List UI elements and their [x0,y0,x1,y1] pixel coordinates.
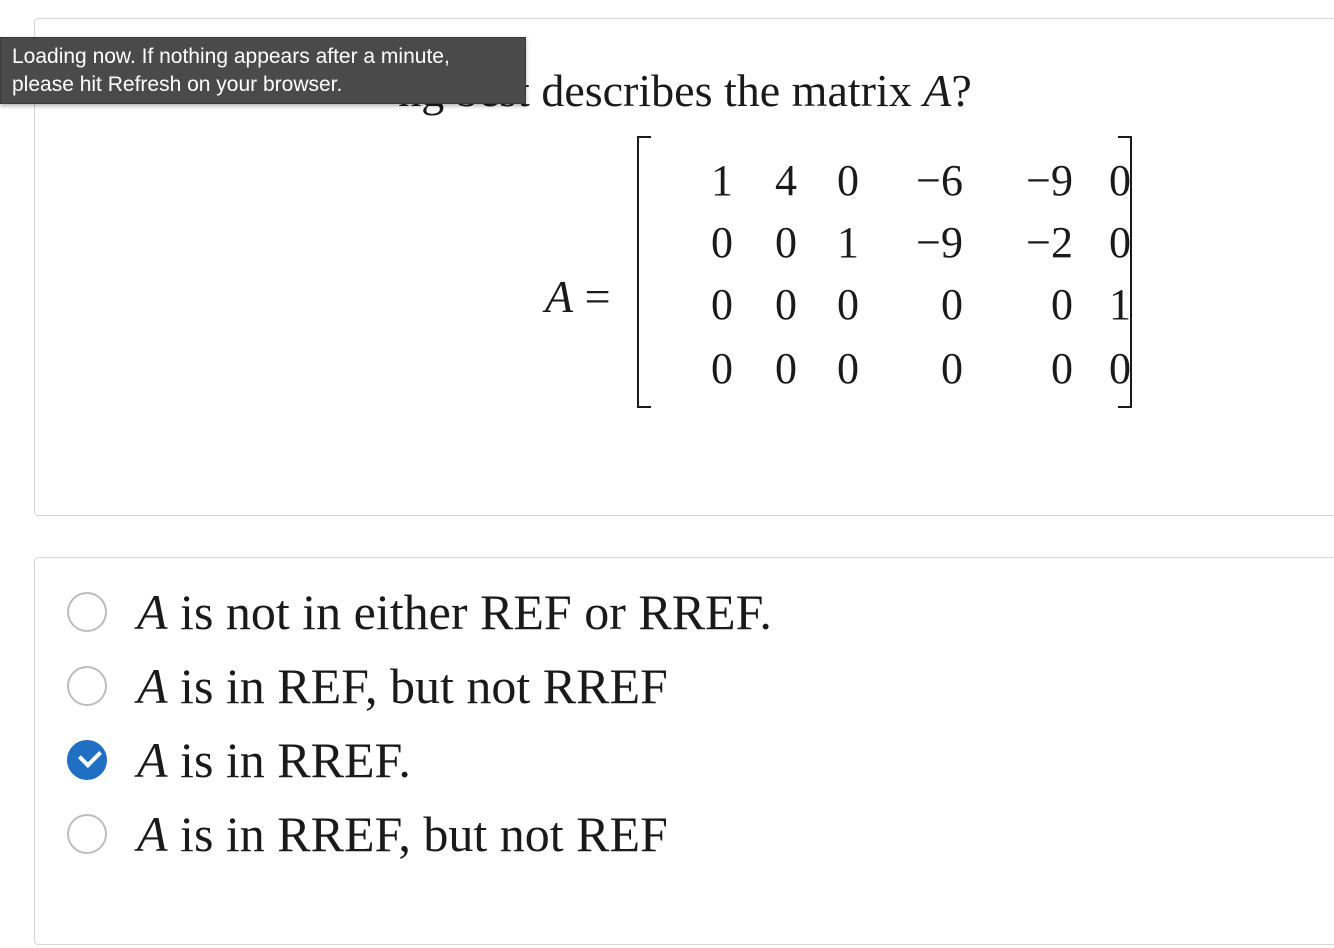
radio-button[interactable] [67,592,107,632]
matrix-cell: 1 [837,218,859,267]
loading-message-line1: Loading now. If nothing appears after a … [12,45,450,68]
matrix-cell: 0 [837,344,859,393]
loading-message-line2: please hit Refresh on your browser. [12,73,343,96]
radio-button[interactable] [67,814,107,854]
answers-panel: A is not in either REF or RREF. A is in … [34,557,1334,945]
matrix-cell: 0 [941,280,963,329]
matrix-cell: 0 [1109,344,1131,393]
option-label: A is in REF, but not RREF [137,658,668,714]
option-label: A is in RREF. [137,732,411,788]
check-icon [77,743,103,769]
loading-tooltip: Loading now. If nothing appears after a … [0,37,526,104]
matrix-cell: 0 [1109,156,1131,205]
radio-button-selected[interactable] [67,740,107,780]
matrix-cell: 0 [941,344,963,393]
option-ref-not-rref[interactable]: A is in REF, but not RREF [35,654,1135,720]
matrix-label: A = [545,271,611,322]
option-rref-not-ref[interactable]: A is in RREF, but not REF [35,802,1135,868]
matrix-cell: 0 [837,156,859,205]
matrix-cell: −6 [916,156,963,205]
radio-button[interactable] [67,666,107,706]
option-rref[interactable]: A is in RREF. [35,728,1135,794]
matrix-cell: 0 [1109,218,1131,267]
matrix-cell: −9 [916,218,963,267]
matrix-cell: 0 [837,280,859,329]
option-label: A is not in either REF or RREF. [137,584,772,640]
matrix-cell: 1 [1109,280,1131,329]
option-label: A is in RREF, but not REF [137,806,668,862]
option-not-ref-or-rref[interactable]: A is not in either REF or RREF. [35,580,1135,646]
